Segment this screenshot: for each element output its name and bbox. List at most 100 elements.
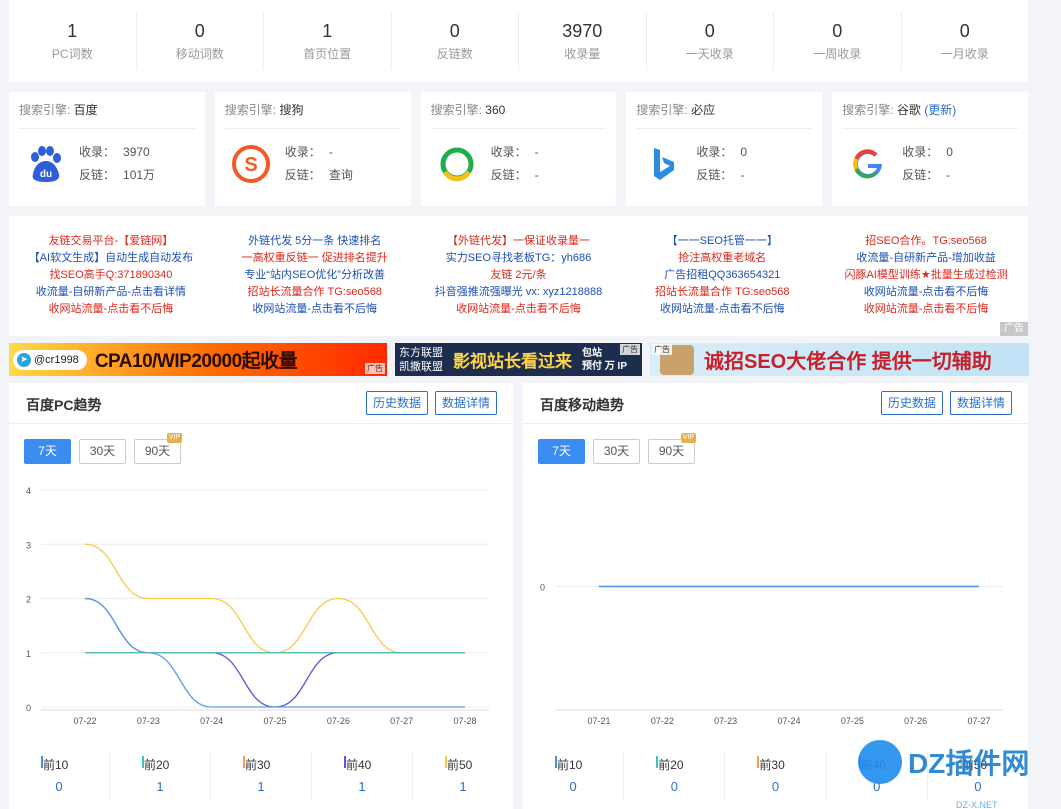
tab-7-days[interactable]: 7天 bbox=[538, 439, 585, 464]
ad-link[interactable]: 抖音强推流强曝光 vx: xyz1218888 bbox=[417, 284, 621, 301]
panel-title: 百度移动趋势 bbox=[540, 397, 624, 413]
ad-link[interactable]: 招站长流量合作 TG:seo568 bbox=[620, 284, 824, 301]
ad-link[interactable]: 友链交易平台-【爱链网】 bbox=[9, 233, 213, 250]
ad-link[interactable]: 招站长流量合作 TG:seo568 bbox=[213, 284, 417, 301]
stat-mobile-words[interactable]: 0 移动词数 bbox=[137, 12, 264, 70]
legend-value: 1 bbox=[358, 779, 366, 794]
history-data-button[interactable]: 历史数据 bbox=[365, 391, 428, 415]
ad-link[interactable]: 收网站流量-点击看不后悔 bbox=[620, 301, 824, 318]
x-tick-label: 07-26 bbox=[327, 716, 350, 726]
ad-link[interactable]: 收网站流量-点击看不后悔 bbox=[9, 301, 213, 318]
legend-item[interactable]: 前20 0 bbox=[624, 751, 726, 799]
legend-value: 0 bbox=[569, 779, 577, 794]
stat-value: 0 bbox=[449, 21, 460, 41]
stat-pc-words[interactable]: 1 PC词数 bbox=[9, 12, 137, 70]
ad-link[interactable]: 【AI软文生成】自动生成自动发布 bbox=[9, 250, 213, 267]
banner-seo[interactable]: 诚招SEO大佬合作 提供一切辅助 广告 bbox=[650, 343, 1029, 376]
legend-name: 前10 bbox=[557, 758, 583, 772]
ad-tag: 广告 bbox=[620, 344, 640, 355]
y-tick-label: 2 bbox=[26, 595, 31, 605]
legend-name: 前20 bbox=[144, 758, 170, 772]
legend-item[interactable]: 前10 0 bbox=[9, 751, 110, 799]
legend-item[interactable]: 前10 0 bbox=[523, 751, 625, 799]
tab-30-days[interactable]: 30天 bbox=[79, 439, 126, 464]
ad-link[interactable]: 收网站流量-点击看不后悔 bbox=[417, 301, 621, 318]
x-tick-label: 07-22 bbox=[73, 716, 96, 726]
stat-value: 0 bbox=[959, 21, 970, 41]
ad-link[interactable]: 收网站流量-点击看不后悔 bbox=[213, 301, 417, 318]
history-data-button[interactable]: 历史数据 bbox=[880, 391, 943, 415]
ad-link[interactable]: 抢注高权重老域名 bbox=[620, 250, 824, 267]
backlink-value: - bbox=[534, 168, 539, 182]
engine-prefix: 搜索引擎: bbox=[19, 103, 74, 117]
telegram-pill: ➤ @cr1998 bbox=[13, 349, 87, 370]
chart-legend: 前10 0 前20 1 前30 1 前40 1 前50 1 bbox=[9, 751, 513, 799]
x-tick-label: 07-22 bbox=[651, 716, 674, 726]
indexed-value: 3970 bbox=[123, 145, 150, 159]
legend-name: 前10 bbox=[43, 758, 69, 772]
x-tick-label: 07-25 bbox=[263, 716, 286, 726]
stat-indexed[interactable]: 3970 收录量 bbox=[519, 12, 647, 70]
engine-card-sogou: 搜索引擎: 搜狗 S 收录： - 反链： 查询 bbox=[214, 92, 411, 206]
data-detail-button[interactable]: 数据详情 bbox=[434, 391, 497, 415]
stat-label: PC词数 bbox=[51, 47, 93, 61]
ad-link[interactable]: 专业“站内SEO优化”分析改善 bbox=[213, 267, 417, 284]
ad-link[interactable]: 招SEO合作。TG:seo568 bbox=[824, 233, 1028, 250]
legend-item[interactable]: 前20 1 bbox=[110, 751, 211, 799]
indexed-key: 收录： bbox=[490, 145, 527, 159]
stat-day-indexed[interactable]: 0 一天收录 bbox=[647, 12, 774, 70]
banner-cpa[interactable]: ➤ @cr1998 CPA10/WIP20000起收量 广告 bbox=[9, 343, 387, 376]
ad-link[interactable]: 实力SEO寻找老板TG：yh686 bbox=[417, 250, 621, 267]
vip-badge: VIP bbox=[166, 433, 182, 443]
pc-trend-chart[interactable]: 0 1 2 3 4 07-22 07-23 07-24 07-25 07-26 07-27 07-28 bbox=[9, 478, 513, 728]
ad-link[interactable]: 友链 2元/条 bbox=[417, 267, 621, 284]
legend-item[interactable]: 前30 0 bbox=[725, 751, 827, 799]
stat-label: 首页位置 bbox=[303, 47, 352, 61]
tab-90-days[interactable]: 90天 VIP bbox=[134, 433, 182, 464]
tab-7-days[interactable]: 7天 bbox=[24, 439, 71, 464]
ad-link[interactable]: 收网站流量-点击看不后悔 bbox=[824, 284, 1028, 301]
legend-item[interactable]: 前40 1 bbox=[312, 751, 413, 799]
backlink-query-link[interactable]: 查询 bbox=[329, 168, 353, 182]
indexed-key: 收录： bbox=[79, 145, 116, 159]
svg-text:du: du bbox=[40, 169, 52, 180]
bing-icon bbox=[640, 142, 684, 186]
ad-link[interactable]: 收网站流量-点击看不后悔 bbox=[824, 301, 1028, 318]
stat-label: 移动词数 bbox=[175, 47, 224, 61]
ad-link[interactable]: 广告招租QQ363654321 bbox=[620, 267, 824, 284]
x-tick-label: 07-23 bbox=[714, 716, 737, 726]
x-tick-label: 07-24 bbox=[777, 716, 800, 726]
stat-value: 0 bbox=[194, 21, 205, 41]
banner-video[interactable]: 东方联盟 凯撒联盟 影视站长看过来 包站 预付 万 IP 广告 bbox=[395, 343, 642, 376]
watermark-text: DZ插件网 bbox=[908, 748, 1030, 779]
indexed-value: - bbox=[534, 145, 539, 159]
stat-label: 一周收录 bbox=[813, 47, 862, 61]
ad-link[interactable]: 收流量-自研新产品-增加收益 bbox=[824, 250, 1028, 267]
update-link[interactable]: (更新) bbox=[924, 103, 956, 117]
ad-link[interactable]: 【一一SEO托管一一】 bbox=[620, 233, 824, 250]
legend-item[interactable]: 前30 1 bbox=[211, 751, 312, 799]
mobile-trend-chart[interactable]: 0 07-21 07-22 07-23 07-24 07-25 07-26 07-27 bbox=[523, 478, 1028, 728]
ad-link[interactable]: 找SEO高手Q:371890340 bbox=[9, 267, 213, 284]
banner-alliances: 东方联盟 凯撒联盟 bbox=[399, 346, 443, 374]
tab-90-days[interactable]: 90天 VIP bbox=[648, 433, 696, 464]
so360-icon bbox=[435, 142, 479, 186]
ad-link[interactable]: 外链代发 5分一条 快速排名 bbox=[213, 233, 417, 250]
tab-30-days[interactable]: 30天 bbox=[593, 439, 640, 464]
backlink-value[interactable]: 101万 bbox=[123, 168, 155, 182]
stat-month-indexed[interactable]: 0 一月收录 bbox=[902, 12, 1029, 70]
data-detail-button[interactable]: 数据详情 bbox=[949, 391, 1012, 415]
ad-link[interactable]: 闪豚AI模型训练★批量生成过检测 bbox=[824, 267, 1028, 284]
legend-item[interactable]: 前50 1 bbox=[413, 751, 513, 799]
stat-backlinks[interactable]: 0 反链数 bbox=[392, 12, 519, 70]
ad-link[interactable]: 收流量-自研新产品-点击看详情 bbox=[9, 284, 213, 301]
ad-link[interactable]: 【外链代发】一保证收录量一 bbox=[417, 233, 621, 250]
panel-title: 百度PC趋势 bbox=[26, 397, 102, 413]
stat-week-indexed[interactable]: 0 一周收录 bbox=[774, 12, 902, 70]
watermark-sub: DZ-X.NET bbox=[956, 800, 998, 809]
ad-link[interactable]: 一高权重反链一 促进排名提升 bbox=[213, 250, 417, 267]
stat-home-position[interactable]: 1 首页位置 bbox=[264, 12, 392, 70]
ad-tag: 广告 bbox=[652, 344, 672, 355]
backlink-key: 反链： bbox=[79, 168, 116, 182]
ad-tag: 广告 bbox=[1000, 322, 1028, 336]
